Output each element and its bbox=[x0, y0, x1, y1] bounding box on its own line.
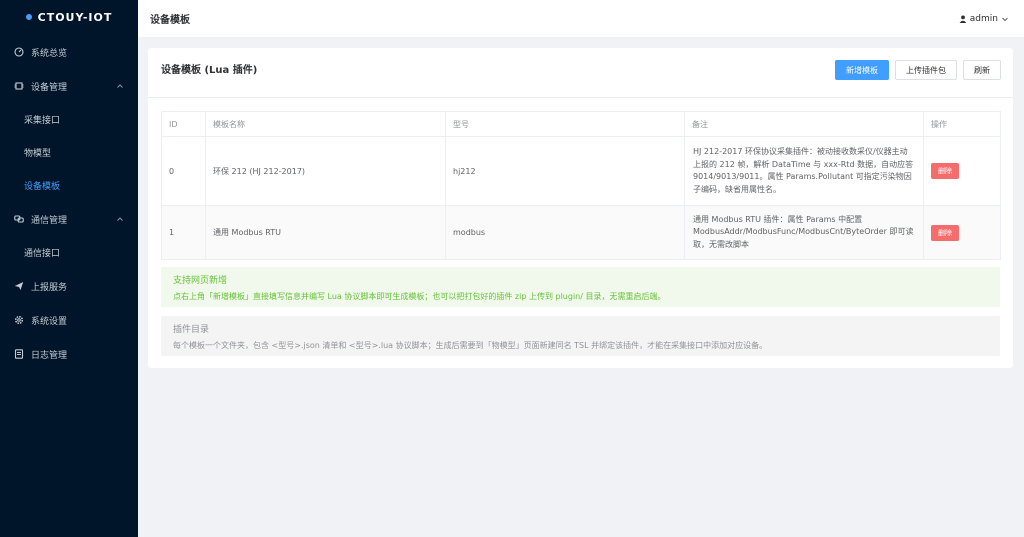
column-header-name: 模板名称 bbox=[205, 111, 446, 137]
tip-title: 插件目录 bbox=[173, 325, 210, 335]
tip-title: 支持网页新增 bbox=[173, 276, 228, 286]
sidebar-item-device-template[interactable]: 设备模板 bbox=[0, 169, 138, 202]
table-row: 1 通用 Modbus RTU modbus 通用 Modbus RTU 插件：… bbox=[161, 205, 1001, 260]
sidebar-menu: 系统总览 设备管理 采集接口 物模型 设备模板 通信管理 通信接口 上报服务 系… bbox=[0, 35, 138, 371]
cell-action: 删除 bbox=[923, 205, 1001, 260]
sidebar-item-label: 设备管理 bbox=[31, 82, 68, 93]
sidebar-item-thing-model[interactable]: 物模型 bbox=[0, 136, 138, 169]
brand-dot-icon bbox=[25, 14, 32, 20]
template-table: ID 模板名称 型号 备注 操作 0 环保 212 (HJ 212-2017) … bbox=[161, 111, 1001, 260]
web-add-tip: 支持网页新增 点右上角「新增模板」直接填写信息并编写 Lua 协议脚本即可生成模… bbox=[161, 267, 1000, 307]
delete-button[interactable]: 删除 bbox=[931, 224, 959, 241]
send-icon bbox=[14, 282, 24, 290]
cell-id: 0 bbox=[161, 136, 206, 206]
brand-logo: CTOUY-IOT bbox=[0, 0, 138, 34]
table-row: 0 环保 212 (HJ 212-2017) hj212 HJ 212-2017… bbox=[161, 136, 1001, 206]
add-template-button[interactable]: 新增模板 bbox=[835, 60, 889, 80]
toolbar: 新增模板 上传插件包 刷新 bbox=[835, 60, 1001, 80]
dashboard-icon bbox=[14, 47, 24, 57]
cell-model: hj212 bbox=[445, 136, 685, 206]
page-title: 设备模板 bbox=[150, 15, 190, 26]
cell-action: 删除 bbox=[923, 136, 1001, 206]
sidebar-item-log-management[interactable]: 日志管理 bbox=[0, 337, 138, 371]
sidebar-item-communication-management[interactable]: 通信管理 bbox=[0, 202, 138, 236]
user-icon bbox=[959, 15, 967, 23]
document-icon bbox=[14, 349, 24, 359]
refresh-button[interactable]: 刷新 bbox=[963, 60, 1001, 80]
sidebar-item-label: 设备模板 bbox=[24, 182, 61, 192]
cell-model: modbus bbox=[445, 205, 685, 260]
sidebar-item-label: 通信管理 bbox=[31, 215, 68, 226]
sidebar-item-label: 系统设置 bbox=[31, 316, 68, 327]
table-header-row: ID 模板名称 型号 备注 操作 bbox=[161, 111, 1001, 137]
sidebar-item-label: 采集接口 bbox=[24, 116, 61, 126]
chip-icon bbox=[14, 82, 24, 90]
sidebar-item-label: 通信接口 bbox=[24, 249, 61, 259]
cell-name: 通用 Modbus RTU bbox=[205, 205, 446, 260]
sidebar-item-label: 日志管理 bbox=[31, 350, 68, 361]
sidebar-item-collect-interface[interactable]: 采集接口 bbox=[0, 103, 138, 136]
sidebar-item-communication-interface[interactable]: 通信接口 bbox=[0, 236, 138, 269]
cell-note: 通用 Modbus RTU 插件：属性 Params 中配置 ModbusAdd… bbox=[684, 205, 924, 260]
user-name: admin bbox=[969, 13, 998, 24]
cell-name: 环保 212 (HJ 212-2017) bbox=[205, 136, 446, 206]
sidebar-item-system-settings[interactable]: 系统设置 bbox=[0, 303, 138, 337]
chevron-down-icon bbox=[1002, 17, 1008, 21]
chevron-up-icon bbox=[117, 84, 123, 88]
cell-id: 1 bbox=[161, 205, 206, 260]
sidebar-item-label: 物模型 bbox=[24, 149, 52, 159]
column-header-model: 型号 bbox=[445, 111, 685, 137]
upload-plugin-button[interactable]: 上传插件包 bbox=[895, 60, 957, 80]
sidebar-item-device-management[interactable]: 设备管理 bbox=[0, 69, 138, 103]
column-header-action: 操作 bbox=[923, 111, 1001, 137]
gear-icon bbox=[14, 315, 24, 325]
column-header-id: ID bbox=[161, 111, 206, 137]
tip-text: 点右上角「新增模板」直接填写信息并编写 Lua 协议脚本即可生成模板；也可以把打… bbox=[173, 292, 666, 301]
chevron-up-icon bbox=[117, 217, 123, 221]
user-menu[interactable]: admin bbox=[956, 14, 1012, 24]
sidebar-item-report-service[interactable]: 上报服务 bbox=[0, 269, 138, 303]
card-title: 设备模板 (Lua 插件) bbox=[161, 65, 258, 76]
sidebar-item-label: 上报服务 bbox=[31, 282, 68, 293]
sidebar-item-label: 系统总览 bbox=[31, 48, 68, 59]
brand-name: CTOUY-IOT bbox=[37, 10, 113, 24]
cell-note: HJ 212-2017 环保协议采集插件：被动接收数采仪/仪器主动上报的 212… bbox=[684, 136, 924, 206]
delete-button[interactable]: 删除 bbox=[931, 163, 959, 179]
sidebar-item-overview[interactable]: 系统总览 bbox=[0, 35, 138, 69]
tip-text: 每个模板一个文件夹，包含 <型号>.json 清单和 <型号>.lua 协议脚本… bbox=[173, 341, 768, 350]
card-header: 设备模板 (Lua 插件) 新增模板 上传插件包 刷新 bbox=[148, 48, 1013, 98]
column-header-note: 备注 bbox=[684, 111, 924, 137]
template-card: 设备模板 (Lua 插件) 新增模板 上传插件包 刷新 ID 模板名称 型号 备… bbox=[148, 48, 1013, 368]
link-icon bbox=[14, 215, 24, 223]
plugin-dir-tip: 插件目录 每个模板一个文件夹，包含 <型号>.json 清单和 <型号>.lua… bbox=[161, 316, 1000, 356]
top-header: 设备模板 admin bbox=[138, 0, 1024, 37]
sidebar: CTOUY-IOT 系统总览 设备管理 采集接口 物模型 设备模板 通信管理 通… bbox=[0, 0, 138, 537]
